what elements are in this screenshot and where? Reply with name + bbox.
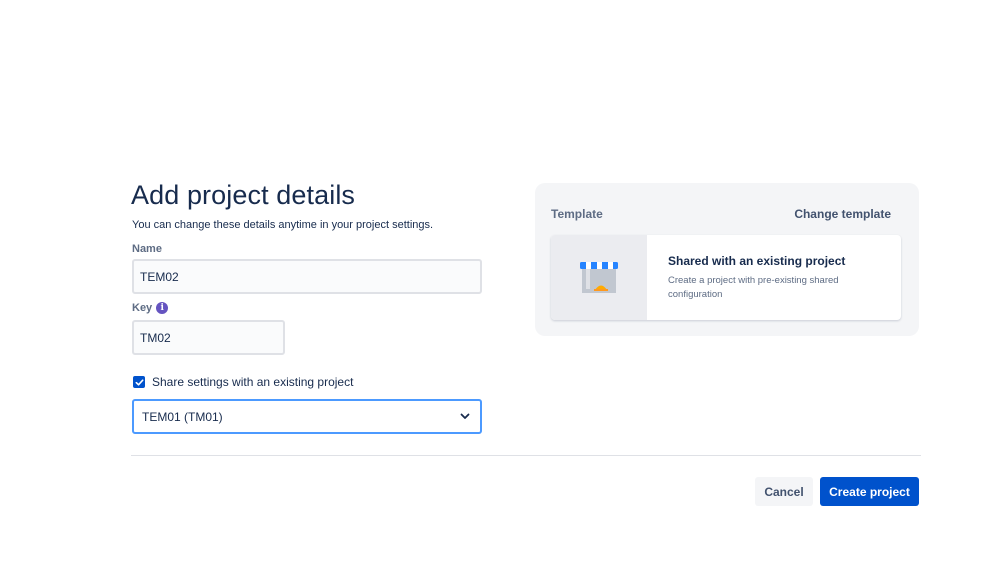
name-label: Name	[132, 243, 162, 255]
store-awning-icon	[580, 262, 618, 293]
change-template-button[interactable]: Change template	[794, 207, 891, 221]
share-settings-label[interactable]: Share settings with an existing project	[152, 375, 353, 389]
info-icon[interactable]: i	[156, 302, 169, 314]
template-label: Template	[551, 207, 603, 221]
template-panel: Template Change template Shared with an …	[535, 183, 919, 336]
create-project-page: Add project details You can change these…	[0, 0, 999, 566]
key-label: Key	[132, 302, 153, 314]
create-project-button[interactable]: Create project	[820, 477, 919, 506]
share-settings-row: Share settings with an existing project	[133, 375, 353, 389]
template-thumbnail	[551, 235, 647, 320]
key-input-value: TM02	[140, 330, 171, 345]
checkmark-icon	[135, 378, 143, 386]
footer-divider	[131, 455, 921, 456]
existing-project-select-value: TEM01 (TM01)	[142, 409, 223, 424]
key-label-row: Key i	[132, 302, 169, 314]
existing-project-select[interactable]: TEM01 (TM01)	[132, 399, 482, 434]
page-subtitle: You can change these details anytime in …	[132, 219, 434, 231]
cancel-button[interactable]: Cancel	[755, 477, 813, 506]
share-settings-checkbox[interactable]	[133, 376, 145, 388]
page-title: Add project details	[131, 180, 356, 210]
template-card-title: Shared with an existing project	[668, 254, 846, 268]
name-input-value: TEM02	[140, 269, 179, 284]
template-card-description: Create a project with pre-existing share…	[668, 275, 839, 300]
template-card[interactable]: Shared with an existing project Create a…	[551, 235, 901, 320]
chevron-down-icon	[460, 413, 470, 420]
key-input[interactable]: TM02	[132, 320, 285, 355]
name-input[interactable]: TEM02	[132, 259, 482, 294]
